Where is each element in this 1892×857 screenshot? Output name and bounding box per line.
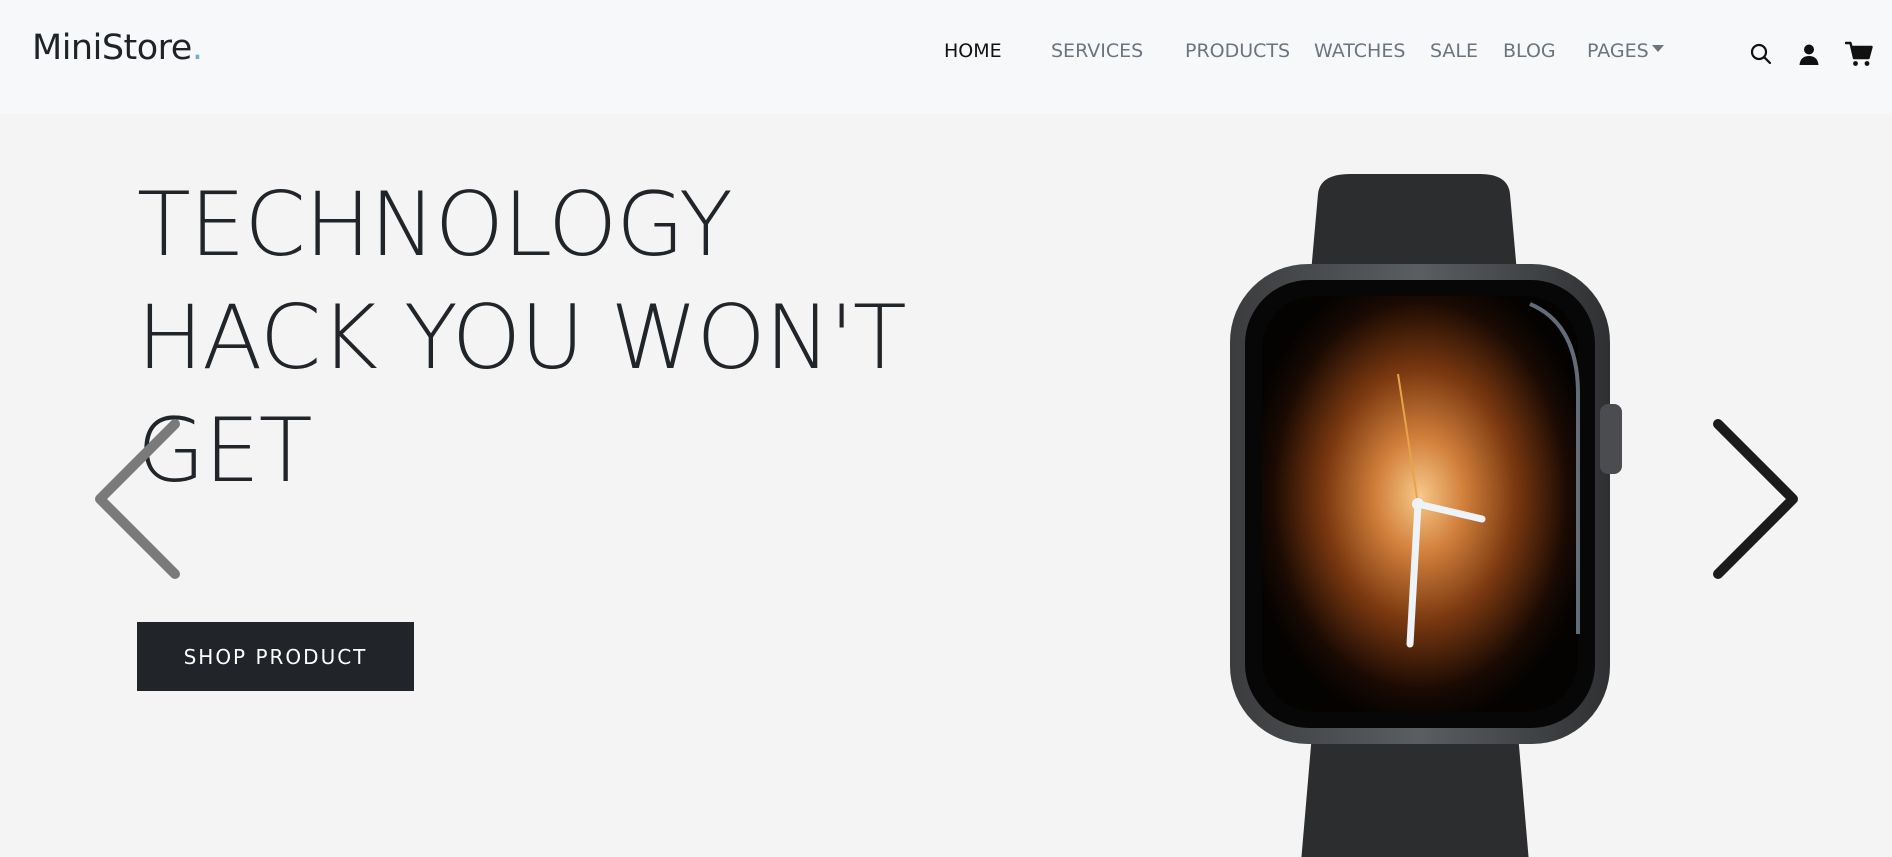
chevron-right-icon[interactable] xyxy=(1703,414,1803,589)
hero-headline-line: TECHNOLOGY xyxy=(137,173,733,276)
chevron-left-icon[interactable] xyxy=(90,414,190,589)
nav-item-pages-label: PAGES xyxy=(1587,40,1649,62)
nav-item-pages[interactable]: PAGES xyxy=(1587,40,1664,62)
hero-headline-line: HACK YOU WON'T xyxy=(137,286,907,389)
nav-item-blog[interactable]: BLOG xyxy=(1503,40,1556,62)
nav-item-sale[interactable]: SALE xyxy=(1430,40,1478,62)
site-header: MiniStore. HOME SERVICES PRODUCTS WATCHE… xyxy=(0,0,1892,114)
nav-item-home[interactable]: HOME xyxy=(944,40,1002,62)
brand-logo[interactable]: MiniStore. xyxy=(32,28,203,68)
nav-item-watches[interactable]: WATCHES xyxy=(1314,40,1405,62)
hero-headline: TECHNOLOGY HACK YOU WON'T GET xyxy=(137,168,937,507)
cart-icon[interactable] xyxy=(1845,40,1873,68)
caret-down-icon xyxy=(1651,45,1664,52)
hero-headline-line: GET xyxy=(137,399,313,502)
brand-name: MiniStore xyxy=(32,28,192,68)
nav-item-products[interactable]: PRODUCTS xyxy=(1185,40,1290,62)
hero-slider: TECHNOLOGY HACK YOU WON'T GET SHOP PRODU… xyxy=(0,114,1892,857)
brand-dot: . xyxy=(191,28,203,68)
nav-item-services[interactable]: SERVICES xyxy=(1051,40,1143,62)
user-icon[interactable] xyxy=(1795,40,1823,68)
shop-product-button[interactable]: SHOP PRODUCT xyxy=(137,622,414,691)
smart-watch-product-image xyxy=(1200,174,1660,857)
search-icon[interactable] xyxy=(1747,40,1775,68)
